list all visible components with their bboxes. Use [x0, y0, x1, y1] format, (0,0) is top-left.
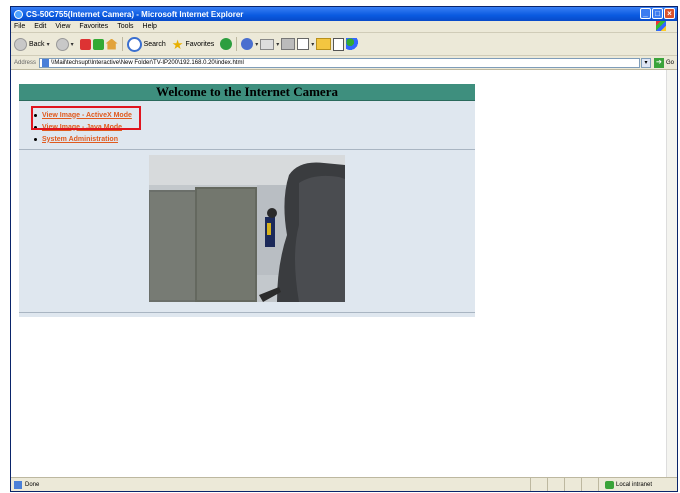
menu-edit[interactable]: Edit	[34, 23, 46, 30]
print-icon[interactable]	[281, 38, 296, 50]
status-cell	[530, 478, 547, 491]
link-section: View Image - ActiveX Mode View Image - J…	[19, 101, 475, 150]
go-button[interactable]: ➔ Go	[653, 57, 674, 68]
address-dropdown-icon[interactable]: ▾	[640, 57, 651, 68]
menu-bar: File Edit View Favorites Tools Help	[11, 21, 677, 33]
menu-help[interactable]: Help	[143, 23, 157, 30]
toolbar: Back ▾ ▾ Search ★ Favorites ▾ ▾ ▾	[11, 33, 677, 56]
address-value: \\Mail\techsupt\Interactive\New Folder\T…	[51, 59, 244, 66]
search-icon	[126, 36, 142, 52]
toolbar-separator	[236, 37, 238, 51]
history-dropdown-icon[interactable]: ▾	[255, 41, 258, 48]
system-administration-link[interactable]: System Administration	[42, 136, 118, 143]
windows-flag-icon	[656, 21, 666, 31]
close-button[interactable]: ×	[664, 8, 675, 19]
status-cell	[547, 478, 564, 491]
page-content: Welcome to the Internet Camera View Imag…	[11, 70, 677, 477]
page-favicon-icon	[42, 58, 50, 67]
forward-dropdown-icon[interactable]: ▾	[71, 41, 74, 48]
highlight-annotation	[31, 106, 141, 130]
go-label: Go	[665, 59, 674, 66]
page-icon[interactable]	[333, 37, 345, 51]
vertical-scrollbar[interactable]	[666, 70, 677, 477]
address-input[interactable]: \\Mail\techsupt\Interactive\New Folder\T…	[39, 57, 640, 68]
camera-image	[149, 155, 345, 302]
menu-tools[interactable]: Tools	[117, 23, 133, 30]
window-controls: _ □ ×	[640, 8, 675, 19]
status-bar: Done Local intranet	[11, 477, 677, 491]
history-icon[interactable]	[241, 38, 254, 50]
maximize-button[interactable]: □	[652, 8, 663, 19]
camera-snapshot	[149, 155, 345, 302]
edit-icon[interactable]	[297, 38, 310, 50]
messenger-icon[interactable]	[346, 38, 359, 50]
minimize-button[interactable]: _	[640, 8, 651, 19]
back-dropdown-icon[interactable]: ▾	[47, 41, 50, 48]
status-cells: Local intranet	[530, 478, 677, 491]
zone-label: Local intranet	[616, 481, 653, 488]
browser-window: CS-50C755(Internet Camera) - Microsoft I…	[10, 6, 678, 492]
favorites-label: Favorites	[185, 40, 215, 48]
window-title: CS-50C755(Internet Camera) - Microsoft I…	[26, 9, 244, 19]
back-arrow-icon	[14, 37, 27, 51]
security-zone: Local intranet	[598, 478, 677, 491]
menu-favorites[interactable]: Favorites	[79, 23, 108, 30]
intranet-icon	[605, 480, 614, 489]
refresh-icon[interactable]	[92, 38, 104, 50]
title-bar[interactable]: CS-50C755(Internet Camera) - Microsoft I…	[11, 7, 677, 21]
address-label: Address	[14, 59, 37, 66]
menu-file[interactable]: File	[14, 23, 25, 30]
forward-button[interactable]: ▾	[55, 37, 74, 51]
camera-section	[19, 150, 475, 313]
ie-logo-icon	[14, 9, 23, 19]
home-icon[interactable]	[105, 38, 118, 50]
panel-footer	[19, 313, 475, 317]
menu-view[interactable]: View	[55, 23, 70, 30]
go-arrow-icon: ➔	[653, 57, 664, 68]
back-button[interactable]: Back ▾	[14, 37, 50, 51]
mail-icon[interactable]	[260, 38, 275, 50]
search-button[interactable]: Search	[126, 36, 166, 52]
address-bar: Address \\Mail\techsupt\Interactive\New …	[11, 56, 677, 70]
edit-dropdown-icon[interactable]: ▾	[311, 41, 314, 48]
bullet-icon	[34, 137, 37, 141]
toolbar-separator	[121, 37, 123, 51]
folder-icon[interactable]	[316, 38, 332, 50]
camera-page-panel: Welcome to the Internet Camera View Imag…	[19, 84, 475, 317]
favorites-star-icon: ★	[171, 36, 184, 52]
page-status-icon	[14, 480, 22, 489]
status-text: Done	[25, 481, 40, 488]
status-cell	[581, 478, 598, 491]
media-icon[interactable]	[220, 38, 233, 50]
mail-dropdown-icon[interactable]: ▾	[276, 41, 279, 48]
back-label: Back	[29, 40, 45, 48]
search-label: Search	[143, 40, 166, 48]
page-heading: Welcome to the Internet Camera	[19, 84, 475, 101]
stop-icon[interactable]	[79, 38, 91, 50]
status-cell	[564, 478, 581, 491]
list-item: System Administration	[34, 133, 132, 145]
favorites-button[interactable]: ★ Favorites	[172, 38, 214, 51]
forward-arrow-icon	[55, 37, 69, 51]
